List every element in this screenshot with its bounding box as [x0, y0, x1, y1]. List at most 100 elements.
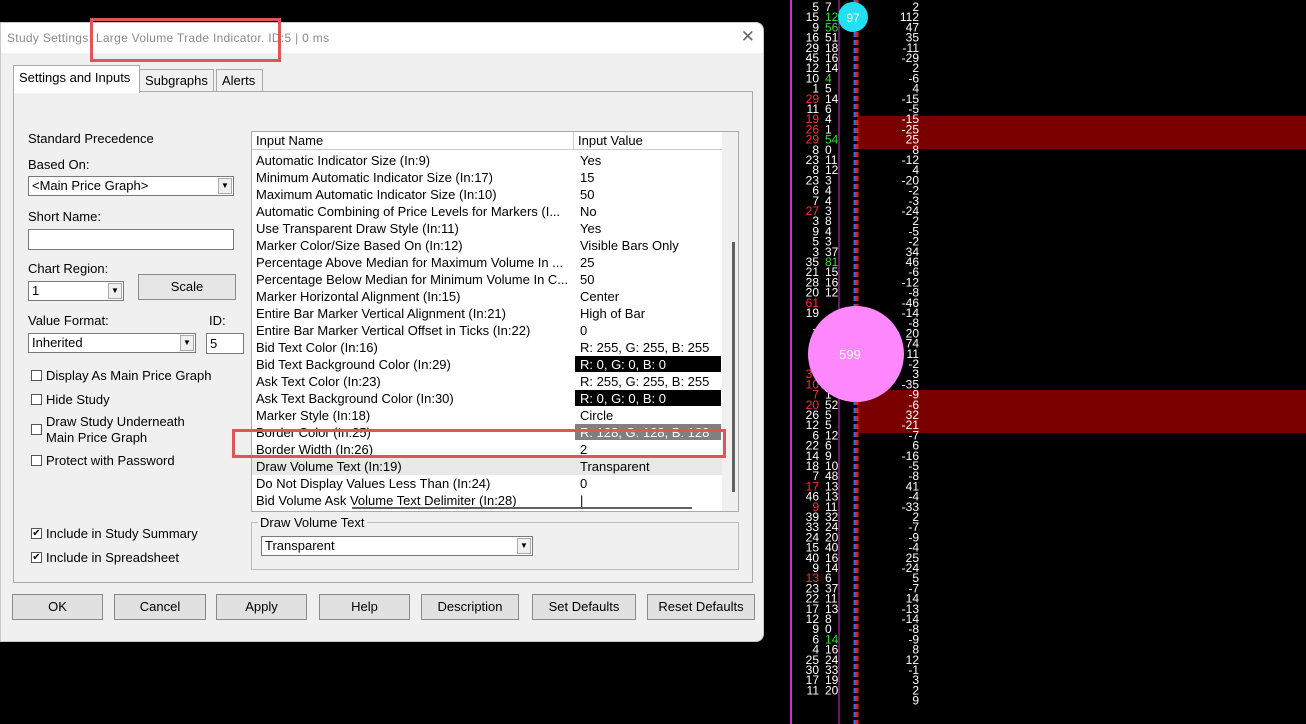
price-chart[interactable]: 5 15 9 16 29 45 12 10 1 29 11 19 26 29 8 23 8 23 6 7 27 3 9 5 3 3…	[765, 0, 1306, 724]
input-name-cell: Automatic Indicator Size (In:9)	[256, 153, 431, 168]
table-row[interactable]: Marker Style (In:18) Circle	[252, 407, 722, 424]
chart-region-select[interactable]: 1 ▼	[28, 281, 124, 301]
table-row[interactable]: Marker Color/Size Based On (In:12) Visibl…	[252, 237, 722, 254]
table-row[interactable]: Minimum Automatic Indicator Size (In:17)…	[252, 169, 722, 186]
table-row[interactable]: Automatic Combining of Price Levels for …	[252, 203, 722, 220]
include-spreadsheet-label: Include in Spreadsheet	[46, 550, 179, 565]
description-button[interactable]: Description	[421, 594, 519, 620]
table-row[interactable]: Use Transparent Draw Style (In:11) Yes	[252, 220, 722, 237]
tab-settings-and-inputs[interactable]: Settings and Inputs	[13, 65, 140, 93]
input-value-cell[interactable]: R: 0, G: 0, B: 0	[575, 356, 721, 372]
apply-button[interactable]: Apply	[216, 594, 307, 620]
chevron-down-icon[interactable]: ▼	[517, 538, 531, 554]
vertical-scrollbar[interactable]	[722, 132, 738, 511]
short-name-input[interactable]	[28, 229, 234, 250]
input-name-cell: Marker Style (In:18)	[256, 408, 371, 423]
help-button[interactable]: Help	[319, 594, 410, 620]
input-value-cell[interactable]: Yes	[575, 152, 721, 168]
ask-value: 12	[825, 286, 839, 300]
value-format-label: Value Format:	[28, 313, 109, 328]
cancel-button[interactable]: Cancel	[114, 594, 206, 620]
input-value-cell[interactable]: 0	[575, 475, 721, 491]
reset-defaults-button[interactable]: Reset Defaults	[647, 594, 755, 620]
table-row[interactable]: Bid Text Color (In:16) R: 255, G: 255, B:…	[252, 339, 722, 356]
input-name-cell: Draw Volume Text (In:19)	[256, 459, 402, 474]
include-spreadsheet-checkbox[interactable]: ✔	[31, 552, 42, 563]
volume-marker-large-label: 599	[839, 347, 861, 362]
input-value-cell[interactable]: R: 0, G: 0, B: 0	[575, 390, 721, 406]
table-row[interactable]: Marker Horizontal Alignment (In:15) Cente…	[252, 288, 722, 305]
table-row[interactable]: Border Width (In:26) 2	[252, 441, 722, 458]
vertical-scrollbar-thumb[interactable]	[732, 242, 735, 492]
input-value-cell[interactable]: Visible Bars Only	[575, 237, 721, 253]
table-row[interactable]: Do Not Display Values Less Than (In:24) 0	[252, 475, 722, 492]
title-bar[interactable]: Study Settings: Large Volume Trade Indic…	[1, 23, 763, 53]
input-value-cell[interactable]: No	[575, 203, 721, 219]
chevron-down-icon[interactable]: ▼	[108, 283, 122, 299]
protect-password-checkbox[interactable]	[31, 455, 42, 466]
table-row[interactable]: Maximum Automatic Indicator Size (In:10)…	[252, 186, 722, 203]
delta-value: 9	[912, 694, 919, 708]
table-row[interactable]: Entire Bar Marker Vertical Offset in Tic…	[252, 322, 722, 339]
table-row[interactable]: Bid Text Background Color (In:29) R: 0, G…	[252, 356, 722, 373]
hide-study-label: Hide Study	[46, 392, 110, 407]
value-format-select[interactable]: Inherited ▼	[28, 333, 196, 353]
column-header-input-value[interactable]: Input Value	[574, 132, 722, 149]
grid-header: Input Name Input Value	[252, 132, 722, 150]
input-value-cell[interactable]: 15	[575, 169, 721, 185]
column-header-input-name[interactable]: Input Name	[252, 132, 574, 149]
input-value-cell[interactable]: High of Bar	[575, 305, 721, 321]
short-name-label: Short Name:	[28, 209, 101, 224]
table-row[interactable]: Percentage Above Median for Maximum Volu…	[252, 254, 722, 271]
edit-value-group: Draw Volume Text Transparent ▼	[251, 515, 739, 570]
input-value-cell[interactable]: Transparent	[575, 458, 721, 474]
horizontal-scrollbar-thumb[interactable]	[352, 507, 692, 509]
table-row[interactable]: Ask Text Color (In:23) R: 255, G: 255, B:…	[252, 373, 722, 390]
input-value-cell[interactable]: Yes	[575, 220, 721, 236]
based-on-select[interactable]: <Main Price Graph> ▼	[28, 176, 234, 196]
input-value-cell[interactable]: R: 255, G: 255, B: 255	[575, 373, 721, 389]
input-name-cell: Bid Text Background Color (In:29)	[256, 357, 451, 372]
table-row[interactable]: Border Color (In:25) R: 128, G: 128, B: 1…	[252, 424, 722, 441]
input-value-cell[interactable]: Circle	[575, 407, 721, 423]
input-value-cell[interactable]: 50	[575, 271, 721, 287]
close-icon[interactable]: ✕	[741, 27, 755, 47]
input-value-cell[interactable]: Center	[575, 288, 721, 304]
include-summary-checkbox[interactable]: ✔	[31, 528, 42, 539]
chart-region-label: Chart Region:	[28, 261, 109, 276]
chevron-down-icon[interactable]: ▼	[218, 178, 232, 194]
input-value-cell[interactable]: 25	[575, 254, 721, 270]
scale-button[interactable]: Scale	[138, 274, 236, 300]
table-row[interactable]: Draw Volume Text (In:19) Transparent	[252, 458, 722, 475]
set-defaults-button[interactable]: Set Defaults	[532, 594, 636, 620]
table-row[interactable]: Percentage Below Median for Minimum Volu…	[252, 271, 722, 288]
display-as-main-checkbox[interactable]	[31, 370, 42, 381]
input-name-cell: Percentage Above Median for Maximum Volu…	[256, 255, 564, 270]
input-name-cell: Entire Bar Marker Vertical Alignment (In…	[256, 306, 506, 321]
standard-precedence-label: Standard Precedence	[28, 131, 154, 146]
tab-alerts[interactable]: Alerts	[216, 69, 263, 92]
draw-volume-text-select[interactable]: Transparent ▼	[261, 536, 533, 556]
id-input[interactable]: 5	[206, 333, 244, 354]
draw-underneath-checkbox[interactable]	[31, 424, 42, 435]
bid-value: 11	[807, 683, 820, 697]
input-name-cell: Use Transparent Draw Style (In:11)	[256, 221, 459, 236]
highlight-band-1	[857, 116, 1306, 149]
chevron-down-icon[interactable]: ▼	[180, 335, 194, 351]
value-format-value: Inherited	[32, 335, 83, 350]
input-name-cell: Border Color (In:25)	[256, 425, 371, 440]
tab-subgraphs[interactable]: Subgraphs	[139, 69, 214, 92]
table-row[interactable]: Automatic Indicator Size (In:9) Yes	[252, 152, 722, 169]
input-value-cell[interactable]: 50	[575, 186, 721, 202]
input-name-cell: Bid Text Color (In:16)	[256, 340, 378, 355]
input-value-cell[interactable]: 2	[575, 441, 721, 457]
table-row[interactable]: Ask Text Background Color (In:30) R: 0, G…	[252, 390, 722, 407]
input-value-cell[interactable]: |	[575, 492, 721, 508]
input-value-cell[interactable]: 0	[575, 322, 721, 338]
input-value-cell[interactable]: R: 255, G: 255, B: 255	[575, 339, 721, 355]
input-value-cell[interactable]: R: 128, G: 128, B: 128	[575, 424, 721, 440]
table-row[interactable]: Entire Bar Marker Vertical Alignment (In…	[252, 305, 722, 322]
ok-button[interactable]: OK	[12, 594, 103, 620]
inputs-grid[interactable]: Automatic Indicator Size (In:9) Yes Minimu…	[251, 131, 739, 512]
hide-study-checkbox[interactable]	[31, 394, 42, 405]
